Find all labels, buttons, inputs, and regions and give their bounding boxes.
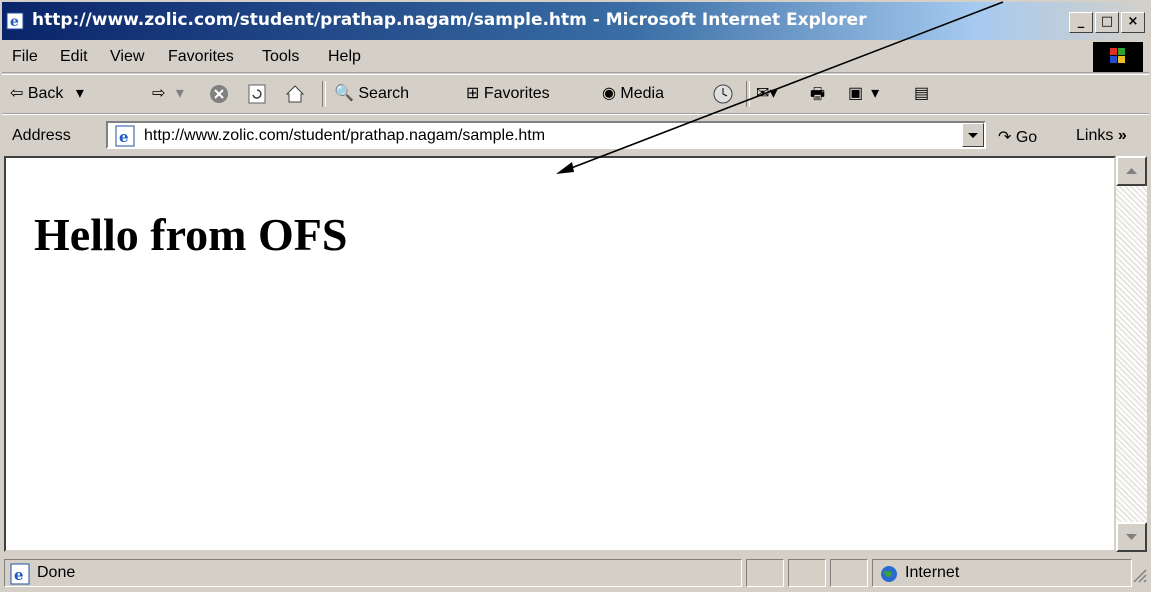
svg-text:e: e <box>14 566 24 584</box>
resize-grip-icon[interactable] <box>1130 566 1148 586</box>
status-bar: e Done Internet <box>2 556 1149 590</box>
standard-toolbar: ⇦ Back ▾ ⇨ ▾ 🔍 Search ⊞ Favorites ◉ Medi… <box>2 74 1149 114</box>
search-label: Search <box>358 85 410 102</box>
menu-bar: File Edit View Favorites Tools Help <box>2 42 1149 73</box>
discuss-icon: ▤ <box>914 85 930 102</box>
menu-edit[interactable]: Edit <box>60 48 88 66</box>
media-label: Media <box>620 85 664 102</box>
menu-favorites[interactable]: Favorites <box>168 48 234 66</box>
windows-logo-icon <box>1093 42 1143 72</box>
ie-logo-icon: e <box>6 12 24 30</box>
status-panel <box>830 559 868 587</box>
svg-text:e: e <box>10 14 19 30</box>
go-button[interactable]: ↷ Go <box>998 127 1037 147</box>
window-title: http://www.zolic.com/student/prathap.nag… <box>32 10 867 30</box>
mail-icon: ✉ <box>756 85 770 102</box>
refresh-icon <box>248 84 266 104</box>
status-text: Done <box>37 564 76 581</box>
menu-view[interactable]: View <box>110 48 144 66</box>
scroll-up-arrow-icon <box>1126 168 1137 174</box>
forward-button[interactable]: ⇨ ▾ <box>152 83 184 103</box>
favorites-label: Favorites <box>483 85 550 102</box>
scroll-down-button[interactable] <box>1116 522 1147 552</box>
browser-window: e http://www.zolic.com/student/prathap.n… <box>0 0 1151 592</box>
forward-dropdown-icon[interactable]: ▾ <box>176 85 184 102</box>
scroll-up-button[interactable] <box>1116 156 1147 186</box>
back-dropdown-icon[interactable]: ▾ <box>76 85 84 102</box>
print-button[interactable]: 🖶 <box>810 83 825 110</box>
links-button[interactable]: Links » <box>1076 127 1127 145</box>
edit-button[interactable]: ▣ ▾ <box>848 83 879 103</box>
page-icon: e <box>115 125 135 147</box>
close-button[interactable]: × <box>1121 12 1145 33</box>
back-label: Back <box>27 85 64 102</box>
edit-icon: ▣ <box>848 85 864 102</box>
mail-dropdown-icon: ▾ <box>769 85 778 102</box>
media-button[interactable]: ◉ Media <box>602 83 664 103</box>
search-button[interactable]: 🔍 Search <box>334 83 409 103</box>
title-bar[interactable]: e http://www.zolic.com/student/prathap.n… <box>2 2 1149 40</box>
search-icon: 🔍 <box>334 85 354 102</box>
media-icon: ◉ <box>602 85 616 102</box>
history-button[interactable] <box>712 83 736 110</box>
page-content[interactable]: Hello from OFS <box>4 156 1116 552</box>
mail-button[interactable]: ✉▾ <box>756 83 777 103</box>
links-chevron-icon: » <box>1117 127 1127 144</box>
discuss-button[interactable]: ▤ <box>914 83 929 103</box>
forward-arrow-icon: ⇨ <box>152 85 166 102</box>
edit-dropdown-icon: ▾ <box>871 85 880 102</box>
status-zone: Internet <box>872 559 1132 587</box>
address-label: Address <box>12 127 71 144</box>
history-icon <box>713 84 733 104</box>
back-button[interactable]: ⇦ Back ▾ <box>10 83 84 103</box>
page-status-icon: e <box>10 563 30 585</box>
stop-icon <box>210 85 228 103</box>
zone-label: Internet <box>905 564 960 581</box>
vertical-scrollbar[interactable] <box>1116 156 1147 552</box>
menu-help[interactable]: Help <box>328 48 361 66</box>
toolbar-separator <box>746 81 750 107</box>
stop-button[interactable] <box>208 83 230 110</box>
status-panel <box>746 559 784 587</box>
minimize-button[interactable]: _ <box>1069 12 1093 33</box>
menu-file[interactable]: File <box>12 48 38 66</box>
back-arrow-icon: ⇦ <box>10 85 24 102</box>
refresh-button[interactable] <box>246 83 268 110</box>
address-bar: Address e http://www.zolic.com/student/p… <box>2 114 1149 155</box>
home-icon <box>285 85 305 103</box>
home-button[interactable] <box>284 83 306 110</box>
address-input[interactable]: e http://www.zolic.com/student/prathap.n… <box>106 121 986 149</box>
menu-tools[interactable]: Tools <box>262 48 299 66</box>
svg-text:e: e <box>119 128 129 146</box>
status-panel <box>788 559 826 587</box>
address-dropdown-button[interactable] <box>962 123 984 147</box>
globe-icon <box>881 566 897 582</box>
scroll-down-arrow-icon <box>1126 534 1137 540</box>
page-heading: Hello from OFS <box>34 209 348 260</box>
links-label: Links <box>1076 127 1114 144</box>
favorites-icon: ⊞ <box>466 85 480 102</box>
chevron-down-icon <box>968 133 978 138</box>
go-arrow-icon: ↷ <box>998 129 1012 146</box>
maximize-button[interactable]: □ <box>1095 12 1119 33</box>
go-label: Go <box>1015 129 1038 146</box>
address-url: http://www.zolic.com/student/prathap.nag… <box>144 127 546 144</box>
toolbar-separator <box>322 81 326 107</box>
print-icon: 🖶 <box>810 86 826 103</box>
status-main: e Done <box>4 559 742 587</box>
favorites-button[interactable]: ⊞ Favorites <box>466 83 550 103</box>
